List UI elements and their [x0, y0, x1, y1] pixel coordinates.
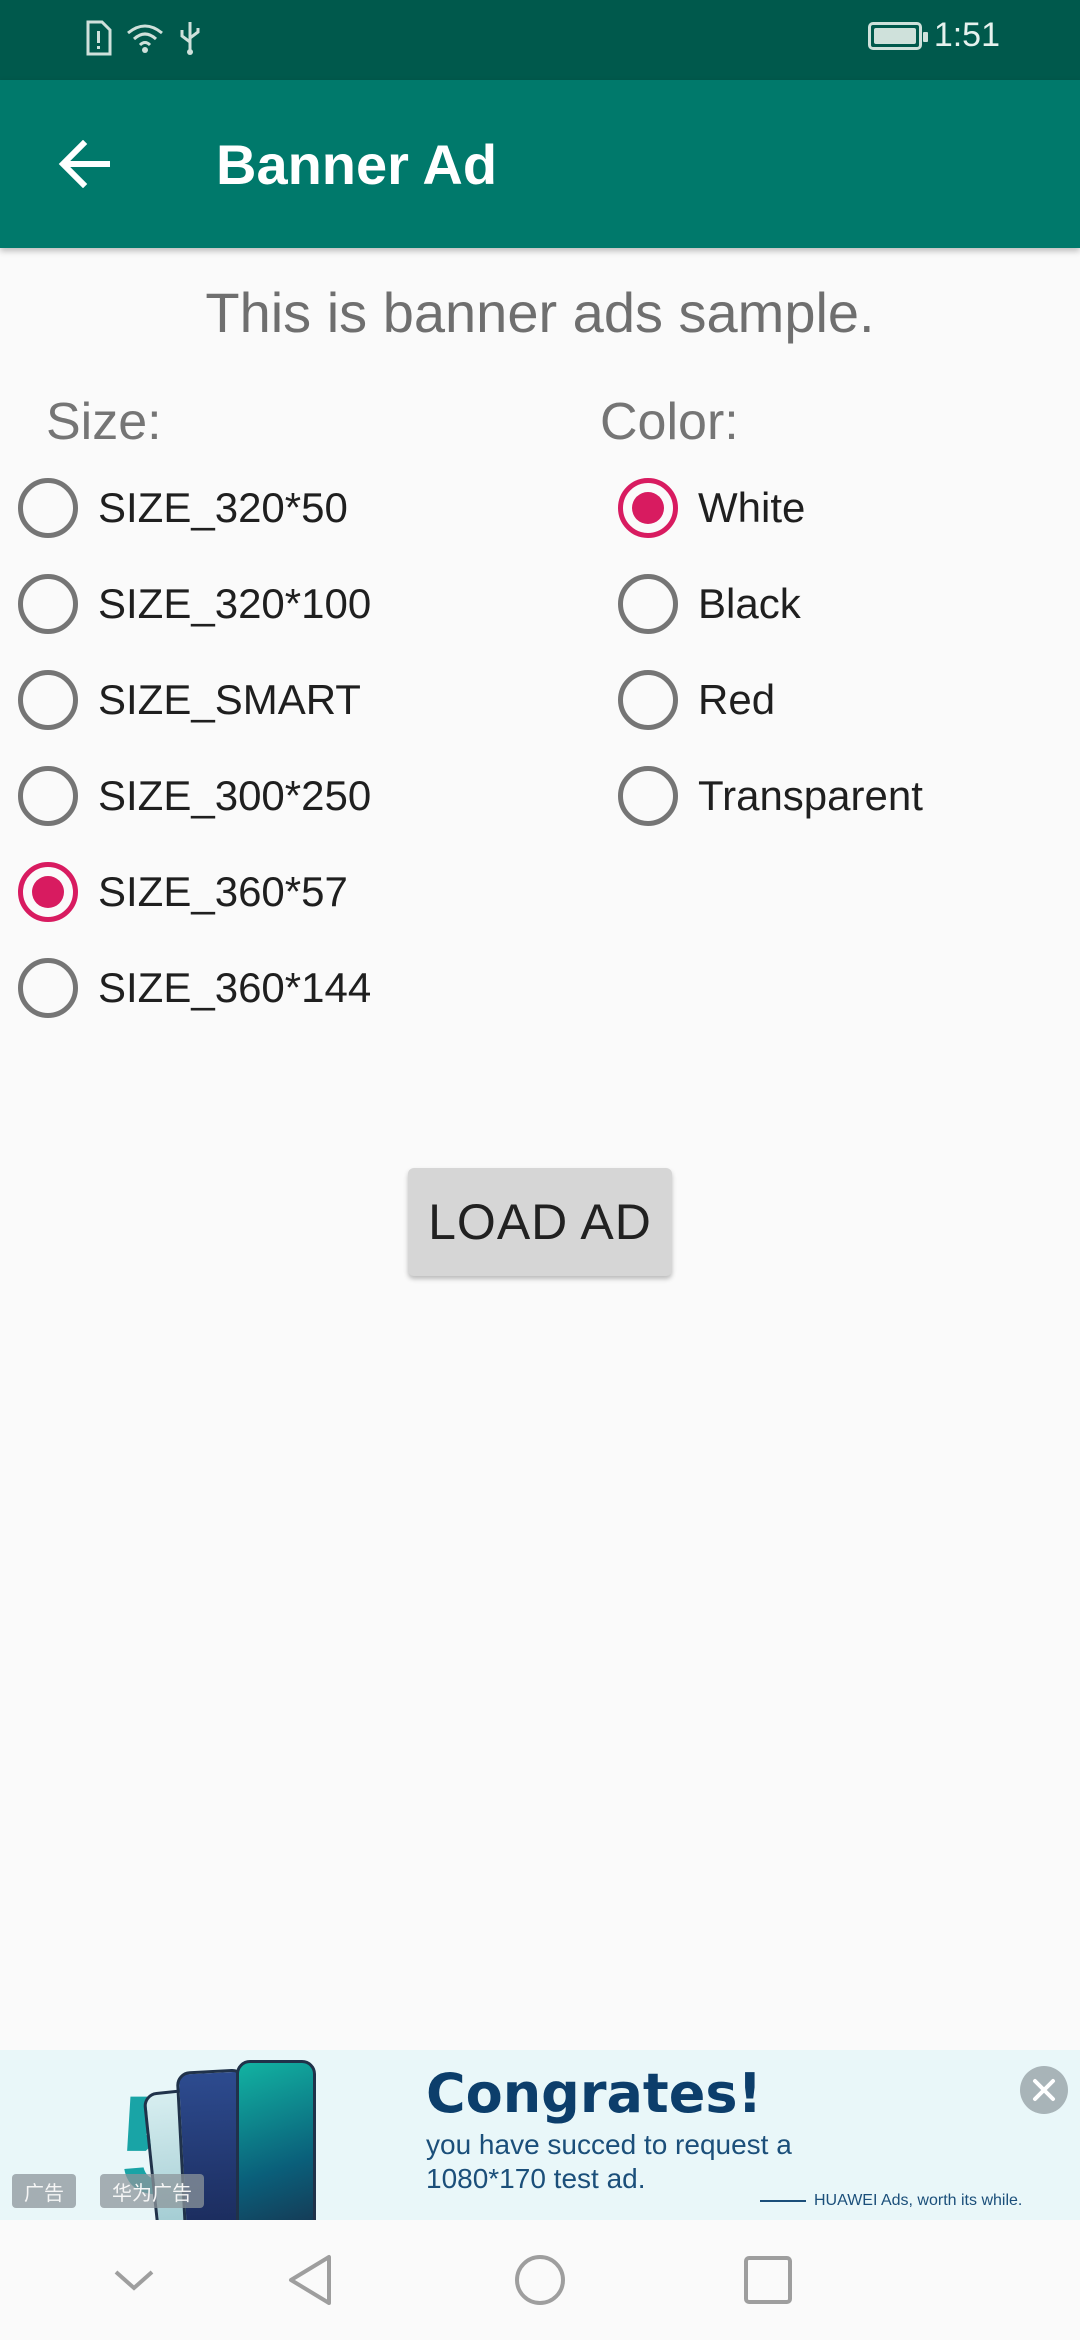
status-time: 1:51 — [933, 16, 1000, 54]
nav-recents-button[interactable] — [738, 2250, 798, 2310]
app-bar: Banner Ad — [0, 80, 1080, 248]
ad-line-1: you have succed to request a — [426, 2129, 792, 2160]
nav-back-button[interactable] — [280, 2250, 340, 2310]
close-icon — [1033, 2079, 1055, 2101]
wifi-icon — [127, 24, 163, 53]
load-ad-button[interactable]: LOAD AD — [408, 1168, 672, 1276]
size-group-label: Size: — [46, 393, 162, 451]
back-button[interactable] — [44, 124, 124, 204]
ad-source-tag: 华为广告 — [100, 2174, 204, 2208]
radio-size-320x50[interactable]: SIZE_320*50 — [18, 468, 348, 548]
status-icons-right: 1:51 — [867, 16, 1000, 55]
divider — [760, 2200, 806, 2202]
sim-alert-icon — [86, 20, 112, 56]
nav-collapse-button[interactable] — [104, 2250, 164, 2310]
radio-size-360x144[interactable]: SIZE_360*144 — [18, 948, 371, 1028]
status-bar: 1:51 — [0, 0, 1080, 80]
radio-label: SIZE_360*57 — [98, 868, 348, 915]
nav-home-button[interactable] — [510, 2250, 570, 2310]
ad-line-2: 1080*170 test ad. — [426, 2163, 646, 2194]
phone-image — [236, 2060, 316, 2220]
radio-button-checked[interactable] — [18, 862, 78, 922]
radio-size-300x250[interactable]: SIZE_300*250 — [18, 756, 371, 836]
status-icons-left — [84, 20, 202, 56]
ad-description: you have succed to request a 1080*170 te… — [426, 2128, 792, 2196]
radio-label: SIZE_320*50 — [98, 484, 348, 531]
radio-color-black[interactable]: Black — [618, 564, 801, 644]
radio-color-red[interactable]: Red — [618, 660, 775, 740]
radio-button[interactable] — [18, 670, 78, 730]
radio-label: Red — [698, 676, 776, 723]
intro-text: This is banner ads sample. — [205, 281, 875, 344]
color-group-label: Color: — [600, 393, 739, 451]
radio-label: SIZE_320*100 — [98, 580, 372, 627]
square-recents-icon — [744, 2256, 792, 2304]
radio-label: White — [698, 484, 806, 531]
battery-icon — [867, 21, 928, 50]
radio-button[interactable] — [618, 574, 678, 634]
ad-title: Congrates! — [426, 2062, 763, 2125]
radio-label: Transparent — [698, 772, 923, 819]
radio-label: SIZE_360*144 — [98, 964, 372, 1011]
radio-label: SIZE_300*250 — [98, 772, 372, 819]
arrow-back-icon — [58, 140, 110, 188]
radio-button[interactable] — [18, 478, 78, 538]
radio-button[interactable] — [18, 574, 78, 634]
ad-brand-text: HUAWEI Ads, worth its while. — [814, 2192, 1023, 2209]
radio-size-smart[interactable]: SIZE_SMART — [18, 660, 361, 740]
radio-button[interactable] — [618, 766, 678, 826]
page-title: Banner Ad — [216, 133, 498, 196]
navigation-bar — [0, 2220, 1080, 2340]
radio-size-320x100[interactable]: SIZE_320*100 — [18, 564, 371, 644]
radio-size-360x57[interactable]: SIZE_360*57 — [18, 852, 348, 932]
ad-brand: HUAWEI Ads, worth its while. — [760, 2192, 1022, 2210]
radio-label: Black — [698, 580, 801, 627]
banner-ad[interactable]: 5G Congrates! you have succed to request… — [0, 2050, 1080, 2220]
circle-home-icon — [515, 2255, 565, 2305]
radio-label: SIZE_SMART — [98, 676, 361, 723]
usb-icon — [180, 22, 200, 55]
radio-button[interactable] — [18, 766, 78, 826]
radio-button[interactable] — [618, 670, 678, 730]
ad-close-button[interactable] — [1020, 2066, 1068, 2114]
radio-button[interactable] — [18, 958, 78, 1018]
radio-button-checked[interactable] — [618, 478, 678, 538]
chevron-down-icon — [114, 2270, 154, 2291]
ad-tag: 广告 — [12, 2174, 76, 2208]
radio-color-white[interactable]: White — [618, 468, 805, 548]
triangle-back-icon — [289, 2255, 331, 2305]
radio-color-transparent[interactable]: Transparent — [618, 756, 923, 836]
